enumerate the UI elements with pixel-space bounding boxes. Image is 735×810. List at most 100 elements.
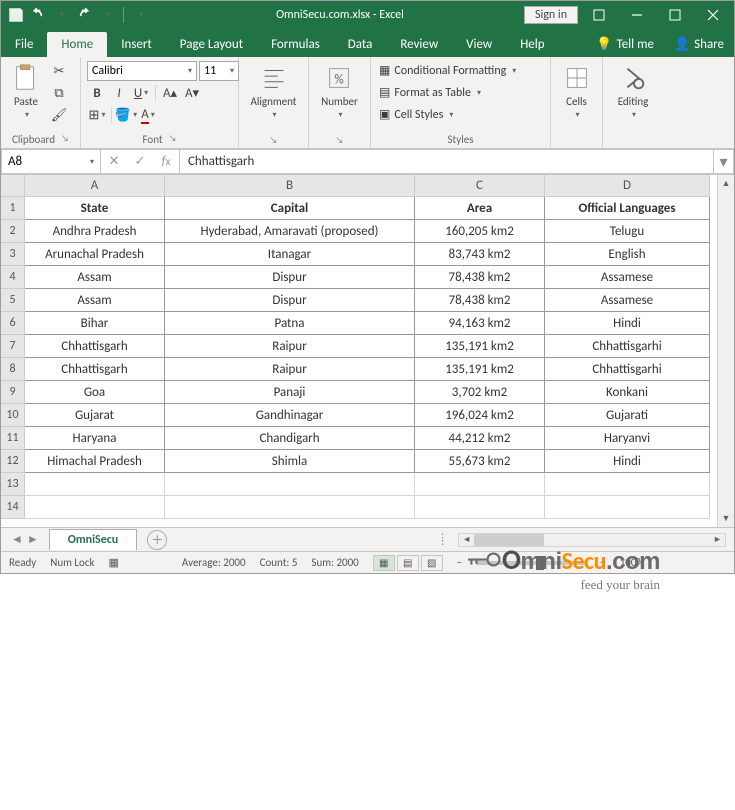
cell[interactable]: Hyderabad, Amaravati (proposed) xyxy=(165,220,415,243)
borders-icon[interactable]: ⊞▾ xyxy=(87,105,107,125)
enter-formula-icon[interactable]: ✓ xyxy=(127,154,153,169)
cell[interactable]: Telugu xyxy=(545,220,710,243)
decrease-font-icon[interactable]: A▾ xyxy=(182,83,202,103)
cell-header[interactable]: Area xyxy=(415,197,545,220)
qat-customize-icon[interactable]: ▾ xyxy=(132,6,150,24)
zoom-slider[interactable] xyxy=(476,561,586,565)
zoom-in-button[interactable]: + xyxy=(600,556,605,569)
cell[interactable]: Hindi xyxy=(545,312,710,335)
cell[interactable]: Hindi xyxy=(545,450,710,473)
cell-styles-button[interactable]: ▣Cell Styles▾ xyxy=(377,105,455,124)
cell[interactable]: 55,673 km2 xyxy=(415,450,545,473)
ribbon-display-icon[interactable] xyxy=(582,1,616,29)
row-header[interactable]: 14 xyxy=(1,496,25,519)
page-layout-view-icon[interactable]: ▤ xyxy=(397,555,419,571)
col-header[interactable]: B xyxy=(165,175,415,197)
row-header[interactable]: 6 xyxy=(1,312,25,335)
tab-file[interactable]: File xyxy=(1,32,47,57)
number-button[interactable]: %Number▾ xyxy=(317,61,362,122)
normal-view-icon[interactable]: ▦ xyxy=(373,555,395,571)
cell[interactable]: 78,438 km2 xyxy=(415,266,545,289)
zoom-level[interactable]: 100% xyxy=(620,556,645,569)
cell[interactable] xyxy=(25,496,165,519)
tab-view[interactable]: View xyxy=(452,32,506,57)
horizontal-scrollbar[interactable]: ◄ ► xyxy=(458,533,726,547)
expand-formula-bar-icon[interactable]: ▾ xyxy=(714,149,734,174)
row-header[interactable]: 9 xyxy=(1,381,25,404)
row-header[interactable]: 1 xyxy=(1,197,25,220)
cell[interactable]: Andhra Pradesh xyxy=(25,220,165,243)
cell[interactable]: Assamese xyxy=(545,289,710,312)
formula-input[interactable]: Chhattisgarh xyxy=(180,149,714,174)
save-icon[interactable] xyxy=(7,6,25,24)
redo-dropdown-icon[interactable]: ▾ xyxy=(99,6,117,24)
tab-formulas[interactable]: Formulas xyxy=(257,32,334,57)
scroll-right-icon[interactable]: ► xyxy=(710,534,725,546)
cell[interactable] xyxy=(165,473,415,496)
cell[interactable]: Chhattisgarh xyxy=(25,335,165,358)
alignment-button[interactable]: Alignment▾ xyxy=(247,61,301,122)
cell[interactable]: Raipur xyxy=(165,358,415,381)
cell[interactable] xyxy=(545,496,710,519)
sheet-tab[interactable]: OmniSecu xyxy=(49,529,137,550)
select-all-corner[interactable] xyxy=(1,175,25,197)
number-dialog-icon[interactable]: ↘ xyxy=(336,135,344,146)
cell[interactable]: Assamese xyxy=(545,266,710,289)
tab-data[interactable]: Data xyxy=(334,32,387,57)
cell[interactable] xyxy=(25,473,165,496)
row-header[interactable]: 5 xyxy=(1,289,25,312)
col-header[interactable]: D xyxy=(545,175,710,197)
tab-review[interactable]: Review xyxy=(386,32,452,57)
cell[interactable]: Haryana xyxy=(25,427,165,450)
format-painter-icon[interactable]: 🖌 xyxy=(49,105,69,125)
insert-function-icon[interactable]: fx xyxy=(153,154,179,169)
alignment-dialog-icon[interactable]: ↘ xyxy=(270,135,278,146)
cell[interactable]: Chhattisgarh xyxy=(25,358,165,381)
zoom-out-button[interactable]: − xyxy=(457,556,462,569)
fill-color-icon[interactable]: 🪣▾ xyxy=(116,105,136,125)
row-header[interactable]: 11 xyxy=(1,427,25,450)
cell[interactable] xyxy=(415,496,545,519)
cell-header[interactable]: State xyxy=(25,197,165,220)
cell[interactable] xyxy=(165,496,415,519)
cell[interactable]: Raipur xyxy=(165,335,415,358)
cell[interactable]: 94,163 km2 xyxy=(415,312,545,335)
row-header[interactable]: 8 xyxy=(1,358,25,381)
cell[interactable]: Panaji xyxy=(165,381,415,404)
col-header[interactable]: A xyxy=(25,175,165,197)
cell[interactable]: Chandigarh xyxy=(165,427,415,450)
cancel-formula-icon[interactable]: ✕ xyxy=(101,154,127,169)
cell[interactable]: Dispur xyxy=(165,289,415,312)
close-icon[interactable] xyxy=(696,1,730,29)
row-header[interactable]: 4 xyxy=(1,266,25,289)
new-sheet-button[interactable]: ＋ xyxy=(147,530,167,550)
cell[interactable]: Shimla xyxy=(165,450,415,473)
conditional-formatting-button[interactable]: ▦Conditional Formatting▾ xyxy=(377,61,518,80)
col-header[interactable]: C xyxy=(415,175,545,197)
cell[interactable]: Assam xyxy=(25,266,165,289)
format-as-table-button[interactable]: ▤Format as Table▾ xyxy=(377,83,483,102)
page-break-view-icon[interactable]: ▧ xyxy=(421,555,443,571)
cell[interactable]: Haryanvi xyxy=(545,427,710,450)
cell[interactable]: Himachal Pradesh xyxy=(25,450,165,473)
macro-record-icon[interactable]: ▦ xyxy=(109,556,119,569)
cell[interactable]: Konkani xyxy=(545,381,710,404)
cell[interactable] xyxy=(545,473,710,496)
share-button[interactable]: 👤Share xyxy=(664,32,734,57)
cell[interactable]: 83,743 km2 xyxy=(415,243,545,266)
tell-me-button[interactable]: 💡Tell me xyxy=(586,32,664,57)
cut-icon[interactable]: ✂ xyxy=(49,61,69,81)
cell[interactable]: Bihar xyxy=(25,312,165,335)
minimize-icon[interactable] xyxy=(620,1,654,29)
row-header[interactable]: 12 xyxy=(1,450,25,473)
sheet-nav-prev-icon[interactable]: ◄ xyxy=(11,532,23,547)
maximize-icon[interactable] xyxy=(658,1,692,29)
scroll-left-icon[interactable]: ◄ xyxy=(459,534,474,546)
sheet-nav-next-icon[interactable]: ► xyxy=(27,532,39,547)
underline-button[interactable]: U▾ xyxy=(131,83,151,103)
font-dialog-icon[interactable]: ↘ xyxy=(169,133,177,146)
cell[interactable]: Arunachal Pradesh xyxy=(25,243,165,266)
cell[interactable]: 135,191 km2 xyxy=(415,335,545,358)
scroll-up-icon[interactable]: ▲ xyxy=(718,175,734,192)
font-name-combo[interactable]: Calibri▾ xyxy=(87,61,197,81)
